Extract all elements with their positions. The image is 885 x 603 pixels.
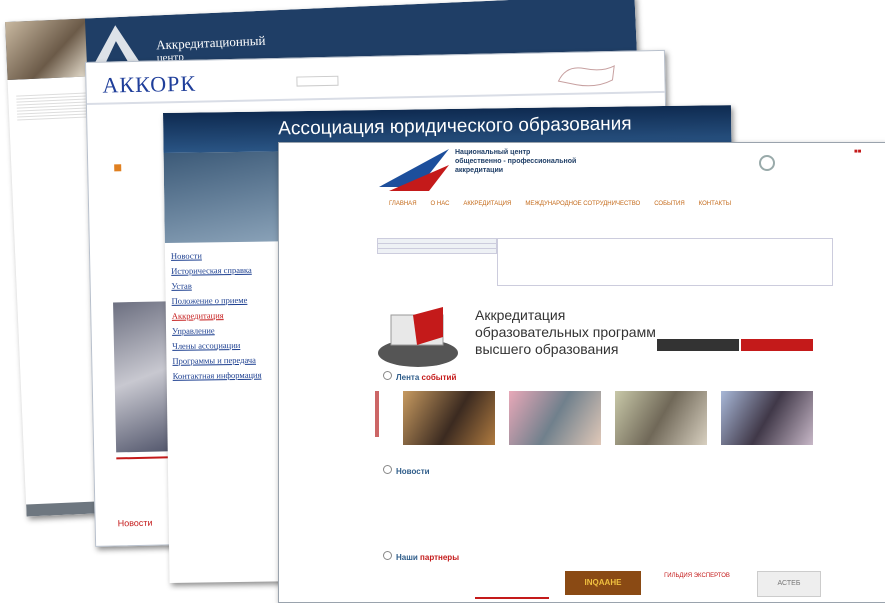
news-item[interactable]	[665, 481, 754, 541]
partner-logo[interactable]	[475, 571, 549, 599]
menu-item-management[interactable]: Управление	[172, 322, 282, 339]
language-flags[interactable]: ■■	[854, 149, 861, 155]
header-photo	[5, 18, 88, 80]
flag-icon[interactable]	[114, 164, 122, 172]
menu-item-history[interactable]: Историческая справка	[171, 262, 281, 279]
menu-item-news[interactable]: Новости	[171, 247, 281, 264]
events-heading: Лента событий	[383, 371, 456, 382]
screenshot-national-center: Национальный центр общественно - професс…	[278, 142, 885, 603]
hero-emblem-icon	[378, 307, 458, 367]
partners-row: INQAAHE ГИЛЬДИЯ ЭКСПЕРТОВ АСТЕБ	[377, 567, 857, 601]
russia-map-icon	[557, 65, 615, 87]
events-strip	[375, 391, 845, 455]
hero-button-2[interactable]	[741, 339, 813, 351]
news-item[interactable]	[474, 481, 563, 541]
partner-logo-inqaahe[interactable]: INQAAHE	[565, 571, 641, 595]
header-title: Аккредитационный	[155, 32, 266, 53]
news-item[interactable]	[760, 481, 849, 541]
partners-heading: Наши партнеры	[383, 551, 459, 562]
event-photo[interactable]	[509, 391, 601, 445]
heading-bullet-icon	[383, 371, 392, 380]
hero-button-1[interactable]	[657, 339, 739, 351]
banner-image	[163, 151, 285, 243]
news-item[interactable]	[569, 481, 658, 541]
intro-text	[497, 238, 833, 286]
side-tabs	[377, 238, 497, 254]
left-menu	[16, 90, 94, 121]
logo-description	[206, 71, 276, 72]
event-photo[interactable]	[721, 391, 813, 445]
side-tab[interactable]	[378, 249, 496, 253]
news-columns	[379, 481, 849, 541]
hero-title: Аккредитация образовательных программ вы…	[475, 307, 656, 357]
event-photo[interactable]	[375, 391, 379, 437]
menu-item-programs[interactable]: Программы и передача	[172, 352, 282, 369]
nav-events[interactable]: СОБЫТИЯ	[654, 201, 684, 207]
heading-bullet-icon	[383, 465, 392, 474]
news-link[interactable]: Новости	[118, 518, 153, 529]
partner-logo[interactable]	[377, 571, 457, 597]
menu-item-admission[interactable]: Положение о приеме	[172, 292, 282, 309]
globe-icon[interactable]	[759, 155, 775, 171]
ncopa-logo-icon	[379, 149, 449, 191]
nav-international[interactable]: МЕЖДУНАРОДНОЕ СОТРУДНИЧЕСТВО	[525, 201, 640, 207]
event-photo[interactable]	[403, 391, 495, 445]
menu-item-members[interactable]: Члены ассоциации	[172, 337, 282, 354]
association-menu: Новости Историческая справка Устав Полож…	[171, 247, 283, 384]
menu-item-accreditation[interactable]: Аккредитация	[172, 307, 282, 324]
partner-logo-asteb[interactable]: АСТЕБ	[757, 571, 821, 597]
banner-title: Ассоциация юридического образования	[278, 113, 632, 140]
nav-about[interactable]: О НАС	[431, 201, 450, 207]
menu-item-contacts[interactable]: Контактная информация	[173, 367, 283, 384]
nav-accreditation[interactable]: АККРЕДИТАЦИЯ	[463, 201, 511, 207]
news-item[interactable]	[379, 481, 468, 541]
nav-contacts[interactable]: КОНТАКТЫ	[699, 201, 731, 207]
search-field[interactable]	[296, 75, 339, 87]
main-nav: ГЛАВНАЯ О НАС АККРЕДИТАЦИЯ МЕЖДУНАРОДНОЕ…	[389, 201, 731, 207]
akkork-logo: АККОРК	[102, 70, 197, 98]
event-photo[interactable]	[615, 391, 707, 445]
menu-item-charter[interactable]: Устав	[171, 277, 281, 294]
heading-bullet-icon	[383, 551, 392, 560]
partner-logo-guild[interactable]: ГИЛЬДИЯ ЭКСПЕРТОВ	[661, 571, 733, 595]
nav-home[interactable]: ГЛАВНАЯ	[389, 201, 417, 207]
flag-icons[interactable]	[114, 158, 144, 172]
ncopa-logo-text: Национальный центр общественно - професс…	[455, 149, 577, 174]
news-heading: Новости	[383, 465, 430, 476]
